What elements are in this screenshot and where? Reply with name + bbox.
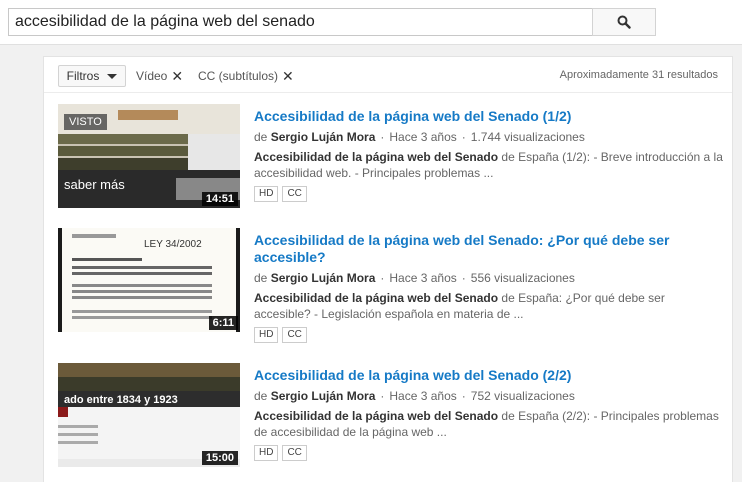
cc-badge: CC	[282, 445, 307, 461]
caret-down-icon	[107, 73, 118, 79]
description-highlight: Accesibilidad de la página web del Senad…	[254, 409, 499, 423]
upload-age: Hace 3 años	[389, 130, 457, 144]
video-duration: 15:00	[201, 451, 238, 465]
thumbnail-caption: LEY 34/2002	[144, 239, 202, 250]
cc-badge: CC	[282, 327, 307, 343]
upload-age: Hace 3 años	[389, 389, 457, 403]
result-info: Accesibilidad de la página web del Senad…	[254, 228, 724, 343]
close-icon[interactable]: ✕	[171, 69, 183, 83]
filter-bar: Filtros Vídeo ✕ CC (subtítulos) ✕ Aproxi…	[58, 65, 718, 87]
badge-row: HD CC	[254, 445, 724, 461]
search-icon	[617, 15, 631, 29]
description-highlight: Accesibilidad de la página web del Senad…	[254, 291, 499, 305]
filter-chip-label: Vídeo	[136, 69, 168, 83]
hd-badge: HD	[254, 186, 279, 202]
result-item: VISTO saber más 14:51 Accesibilidad de l…	[58, 104, 723, 210]
result-count: Aproximadamente 31 resultados	[559, 69, 718, 81]
video-description: Accesibilidad de la página web del Senad…	[254, 290, 724, 322]
result-item: ado entre 1834 y 1923 15:00 Accesibilida…	[58, 363, 719, 469]
thumbnail-caption: saber más	[64, 177, 125, 192]
badge-row: HD CC	[254, 327, 724, 343]
separator-dot: ·	[461, 271, 466, 285]
video-description: Accesibilidad de la página web del Senad…	[254, 149, 724, 181]
video-meta: de Sergio Luján Mora · Hace 3 años · 556 vis…	[254, 271, 724, 286]
video-meta: de Sergio Luján Mora · Hace 3 años · 752 vis…	[254, 389, 724, 404]
thumbnail-caption: ado entre 1834 y 1923	[64, 394, 178, 406]
filter-chip-label: CC (subtítulos)	[198, 69, 279, 83]
by-label: de	[254, 389, 268, 403]
channel-link[interactable]: Sergio Luján Mora	[271, 271, 376, 285]
search-button[interactable]	[592, 8, 656, 36]
hd-badge: HD	[254, 327, 279, 343]
search-input[interactable]	[8, 8, 593, 36]
video-title[interactable]: Accesibilidad de la página web del Senad…	[254, 108, 724, 125]
video-duration: 6:11	[208, 316, 238, 330]
cc-badge: CC	[282, 186, 307, 202]
view-count: 1.744 visualizaciones	[470, 130, 585, 144]
view-count: 752 visualizaciones	[470, 389, 575, 403]
video-meta: de Sergio Luján Mora · Hace 3 años · 1.744 v…	[254, 130, 724, 145]
results-panel: Filtros Vídeo ✕ CC (subtítulos) ✕ Aproxi…	[43, 56, 733, 482]
by-label: de	[254, 271, 268, 285]
separator-dot: ·	[380, 271, 385, 285]
separator-dot: ·	[461, 130, 466, 144]
video-thumbnail[interactable]: VISTO saber más 14:51	[58, 104, 240, 208]
video-title[interactable]: Accesibilidad de la página web del Senad…	[254, 367, 724, 384]
hd-badge: HD	[254, 445, 279, 461]
separator-dot: ·	[380, 389, 385, 403]
video-title[interactable]: Accesibilidad de la página web del Senad…	[254, 232, 724, 266]
separator-dot: ·	[380, 130, 385, 144]
channel-link[interactable]: Sergio Luján Mora	[271, 130, 376, 144]
video-thumbnail[interactable]: LEY 34/2002 6:11	[58, 228, 240, 332]
view-count: 556 visualizaciones	[470, 271, 575, 285]
filter-chip-cc: CC (subtítulos) ✕	[198, 65, 294, 87]
close-icon[interactable]: ✕	[282, 69, 294, 83]
search-bar	[0, 0, 742, 45]
result-info: Accesibilidad de la página web del Senad…	[254, 104, 724, 202]
video-thumbnail[interactable]: ado entre 1834 y 1923 15:00	[58, 363, 240, 467]
filters-button-label: Filtros	[66, 69, 100, 83]
video-duration: 14:51	[201, 192, 238, 206]
badge-row: HD CC	[254, 186, 724, 202]
result-info: Accesibilidad de la página web del Senad…	[254, 363, 724, 461]
upload-age: Hace 3 años	[389, 271, 457, 285]
filters-button[interactable]: Filtros	[58, 65, 126, 87]
separator-dot: ·	[461, 389, 466, 403]
divider	[44, 92, 732, 93]
video-description: Accesibilidad de la página web del Senad…	[254, 408, 724, 440]
description-highlight: Accesibilidad de la página web del Senad…	[254, 150, 499, 164]
filter-chip-video: Vídeo ✕	[136, 65, 183, 87]
by-label: de	[254, 130, 268, 144]
result-item: LEY 34/2002 6:11 Accesibilidad de la pág…	[58, 228, 718, 343]
channel-link[interactable]: Sergio Luján Mora	[271, 389, 376, 403]
watched-badge: VISTO	[64, 114, 107, 130]
